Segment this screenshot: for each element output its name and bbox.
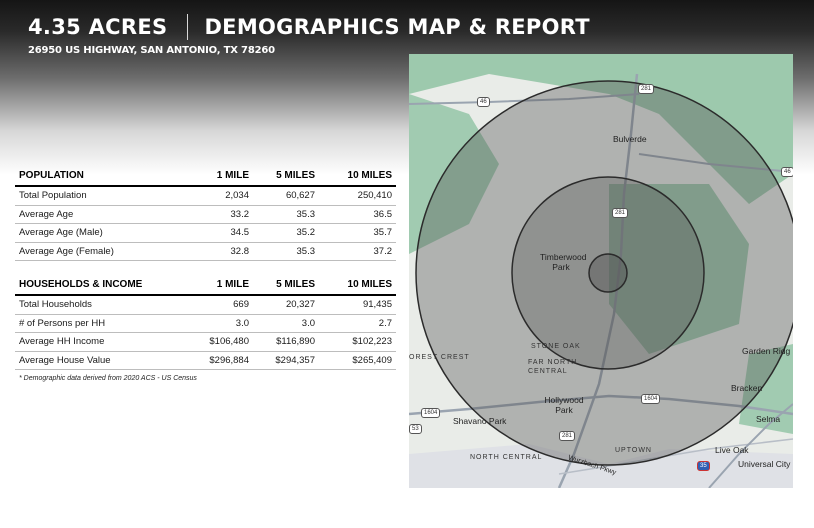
cell-5-miles: 35.3: [253, 242, 319, 261]
map-label-bulverde: Bulverde: [613, 134, 647, 144]
map-label-garden-ridge: Garden Ridg: [742, 346, 791, 356]
households-table: HOUSEHOLDS & INCOME 1 MILE 5 MILES 10 MI…: [15, 275, 396, 370]
cell-1-mile: 669: [165, 295, 253, 315]
column-10-miles: 10 MILES: [319, 166, 396, 187]
table-row: Average Age (Female) 32.8 35.3 37.2: [15, 242, 396, 261]
cell-5-miles: 3.0: [253, 314, 319, 333]
cell-1-mile: 34.5: [165, 223, 253, 243]
households-heading: HOUSEHOLDS & INCOME: [15, 275, 165, 296]
row-label: Total Population: [15, 186, 165, 206]
cell-1-mile: 32.8: [165, 242, 253, 261]
row-label: Average House Value: [15, 351, 165, 370]
cell-1-mile: 2,034: [165, 186, 253, 206]
property-address: 26950 US HIGHWAY, SAN ANTONIO, TX 78260: [28, 45, 275, 56]
radius-map[interactable]: Bulverde Timberwood Park STONE OAK FAR N…: [409, 54, 793, 488]
table-row: Average Age 33.2 35.3 36.5: [15, 205, 396, 224]
cell-1-mile: 33.2: [165, 205, 253, 224]
cell-10-miles: 91,435: [319, 295, 396, 315]
map-label-bracken: Bracken: [731, 383, 763, 393]
cell-5-miles: 35.3: [253, 205, 319, 224]
column-1-mile: 1 MILE: [165, 275, 253, 296]
route-shield-1604-icon: 1604: [641, 394, 661, 404]
report-title: DEMOGRAPHICS MAP & REPORT: [204, 15, 590, 39]
cell-10-miles: $265,409: [319, 351, 396, 370]
map-label-selma: Selma: [756, 414, 781, 424]
cell-10-miles: 2.7: [319, 314, 396, 333]
ring-1-mile: [588, 253, 628, 293]
route-shield-46-east-icon: 46: [781, 167, 793, 177]
table-row: # of Persons per HH 3.0 3.0 2.7: [15, 314, 396, 333]
page-header: 4.35 ACRES DEMOGRAPHICS MAP & REPORT: [28, 10, 590, 44]
map-label-timberwood-park: Timberwood Park: [540, 252, 587, 272]
cell-1-mile: $296,884: [165, 351, 253, 370]
cell-10-miles: 35.7: [319, 223, 396, 243]
table-row: Average Age (Male) 34.5 35.2 35.7: [15, 223, 396, 243]
cell-5-miles: $294,357: [253, 351, 319, 370]
row-label: Average Age: [15, 205, 165, 224]
map-label-stone-oak: STONE OAK: [531, 343, 581, 350]
table-row: Total Households 669 20,327 91,435: [15, 295, 396, 315]
cell-10-miles: 36.5: [319, 205, 396, 224]
population-heading: POPULATION: [15, 166, 165, 187]
map-label-far-north-central: FAR NORTH CENTRAL: [528, 359, 578, 375]
table-row: Total Population 2,034 60,627 250,410: [15, 186, 396, 206]
row-label: Average HH Income: [15, 332, 165, 352]
map-label-forest-crest: OREST CREST: [409, 354, 470, 361]
cell-10-miles: 37.2: [319, 242, 396, 261]
row-label: # of Persons per HH: [15, 314, 165, 333]
table-row: Average HH Income $106,480 $116,890 $102…: [15, 332, 396, 352]
cell-1-mile: $106,480: [165, 332, 253, 352]
data-source-footnote: * Demographic data derived from 2020 ACS…: [19, 375, 197, 382]
acreage-title: 4.35 ACRES: [28, 15, 168, 39]
map-label-live-oak: Live Oak: [715, 445, 749, 455]
cell-1-mile: 3.0: [165, 314, 253, 333]
cell-5-miles: 20,327: [253, 295, 319, 315]
route-shield-281-south-icon: 281: [559, 431, 576, 441]
row-label: Total Households: [15, 295, 165, 315]
route-shield-281-icon: 281: [638, 84, 655, 94]
route-shield-53-icon: 53: [409, 424, 422, 434]
cell-5-miles: $116,890: [253, 332, 319, 352]
title-divider: [187, 14, 189, 40]
population-table: POPULATION 1 MILE 5 MILES 10 MILES Total…: [15, 166, 396, 261]
row-label: Average Age (Male): [15, 223, 165, 243]
interstate-35-icon: 35: [697, 461, 710, 471]
population-header-row: POPULATION 1 MILE 5 MILES 10 MILES: [15, 166, 396, 187]
cell-5-miles: 35.2: [253, 223, 319, 243]
map-label-uptown: UPTOWN: [615, 447, 652, 454]
column-5-miles: 5 MILES: [253, 166, 319, 187]
demographics-tables: POPULATION 1 MILE 5 MILES 10 MILES Total…: [15, 166, 396, 382]
column-1-mile: 1 MILE: [165, 166, 253, 187]
column-5-miles: 5 MILES: [253, 275, 319, 296]
map-label-universal-city: Universal City: [738, 459, 791, 469]
route-shield-46-icon: 46: [477, 97, 490, 107]
route-shield-1604-west-icon: 1604: [421, 408, 441, 418]
cell-10-miles: $102,223: [319, 332, 396, 352]
column-10-miles: 10 MILES: [319, 275, 396, 296]
table-row: Average House Value $296,884 $294,357 $2…: [15, 351, 396, 370]
map-label-hollywood-park: Hollywood Park: [544, 395, 584, 415]
table-gap: [15, 261, 396, 275]
map-label-shavano-park: Shavano Park: [453, 416, 507, 426]
cell-10-miles: 250,410: [319, 186, 396, 206]
map-label-north-central: NORTH CENTRAL: [470, 454, 543, 461]
households-header-row: HOUSEHOLDS & INCOME 1 MILE 5 MILES 10 MI…: [15, 275, 396, 296]
route-shield-281-center-icon: 281: [612, 208, 629, 218]
cell-5-miles: 60,627: [253, 186, 319, 206]
row-label: Average Age (Female): [15, 242, 165, 261]
